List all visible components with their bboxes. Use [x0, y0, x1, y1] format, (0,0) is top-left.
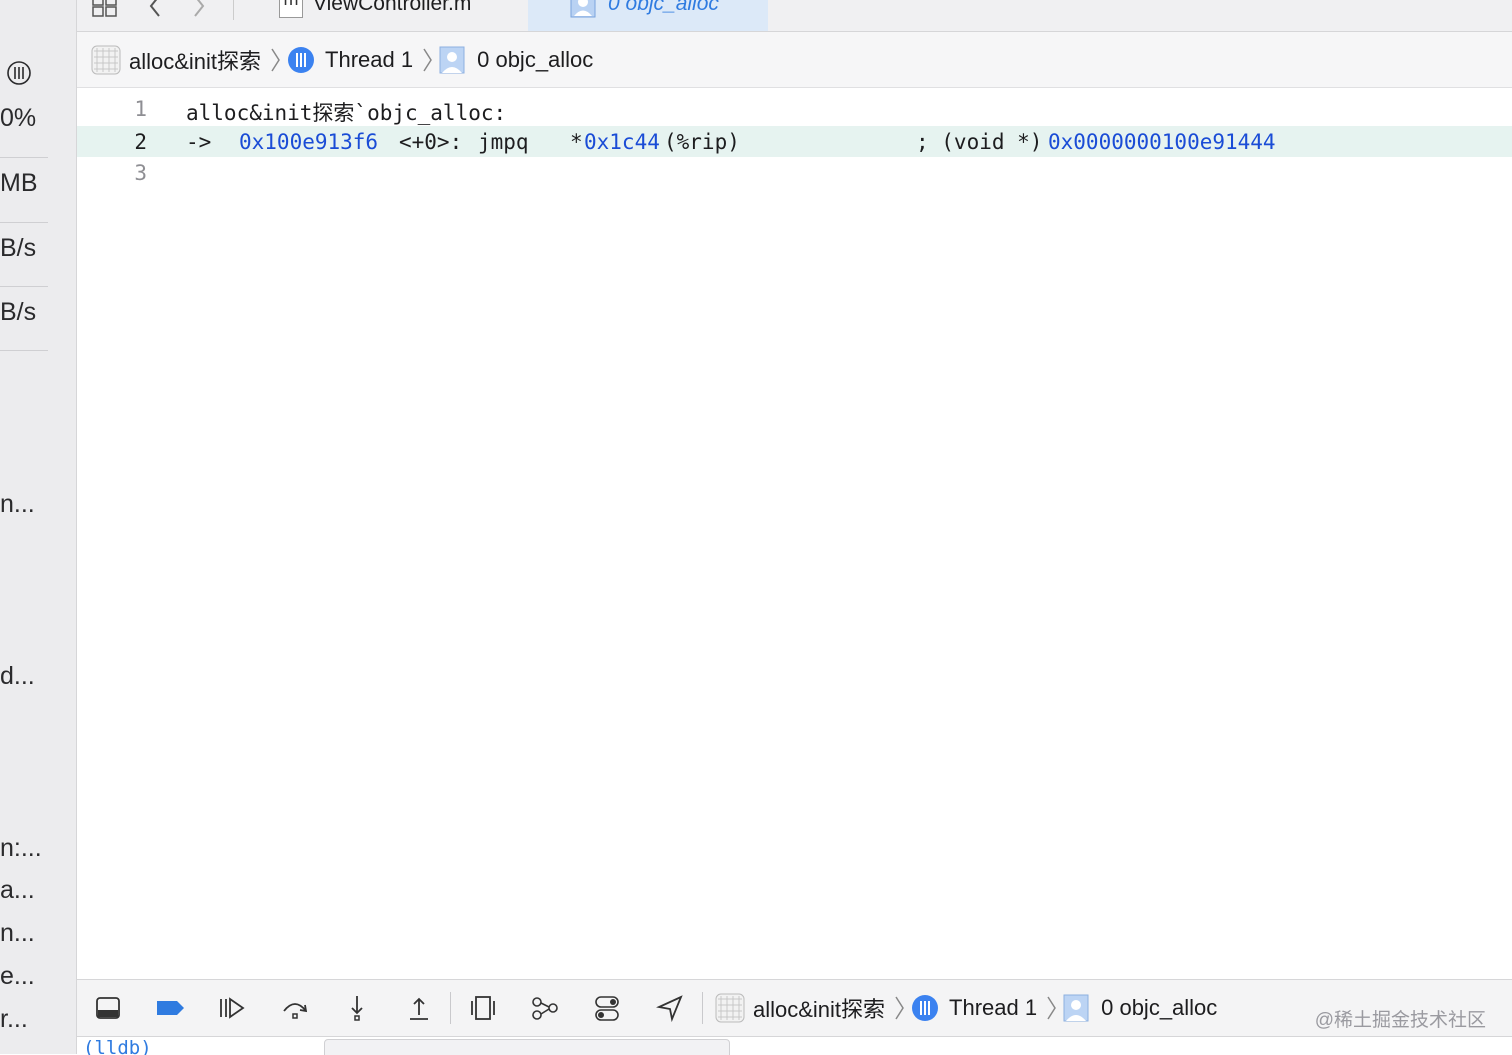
code-line: 3 [77, 157, 1512, 188]
app-target-icon [715, 993, 745, 1023]
navigator-item[interactable]: d... [0, 662, 35, 691]
simulate-location-icon[interactable] [655, 993, 685, 1023]
tab-bar: m ViewController.m 0 objc_alloc [77, 0, 1512, 32]
line-number: 2 [134, 130, 147, 154]
divider [0, 157, 48, 158]
divider [702, 992, 703, 1024]
instruction-address: 0x100e913f6 [239, 130, 379, 154]
code-line: 1 alloc&init探索`objc_alloc: [77, 93, 1512, 125]
navigator-item[interactable]: r... [0, 1005, 28, 1034]
line-number: 1 [134, 97, 147, 121]
jump-bar-thread-label: Thread 1 [949, 995, 1038, 1020]
instruction-mnemonic: jmpq [478, 130, 529, 154]
jump-bar-app-label: alloc&init探索 [753, 997, 886, 1022]
stack-frame-icon [1063, 994, 1089, 1022]
breakpoints-toggle-icon[interactable] [155, 993, 185, 1023]
divider [0, 350, 48, 351]
divider [450, 992, 451, 1024]
instruction-pointer-arrow: -> [186, 130, 212, 154]
step-into-icon[interactable] [342, 993, 372, 1023]
jump-bar-frame-label: 0 objc_alloc [1101, 995, 1218, 1020]
tab-label: ViewController.m [313, 0, 472, 15]
view-hierarchy-icon[interactable] [468, 993, 498, 1023]
stack-frame-icon [439, 46, 465, 73]
jump-bar: alloc&init探索 Thread 1 0 objc_alloc [77, 32, 1512, 88]
step-out-icon[interactable] [404, 993, 434, 1023]
tab-viewcontroller[interactable]: m ViewController.m [275, 0, 525, 31]
cpu-gauge-value[interactable]: 0% [0, 104, 36, 133]
navigator-item[interactable]: n:... [0, 834, 42, 863]
navigator-item[interactable]: n... [0, 919, 35, 948]
jump-bar-thread[interactable]: Thread 1 [911, 994, 1037, 1022]
navigator-item[interactable]: e... [0, 962, 35, 991]
step-over-icon[interactable] [280, 993, 310, 1023]
jump-bar-frame[interactable]: 0 objc_alloc [1063, 994, 1217, 1022]
jump-bar-thread-label: Thread 1 [325, 46, 414, 72]
thread-icon [288, 46, 315, 73]
jump-bar-app[interactable]: alloc&init探索 [91, 44, 261, 76]
line-number: 3 [134, 161, 147, 185]
chevron-right-icon [1047, 996, 1056, 1020]
instruction-comment: ; (void *) [916, 130, 1043, 154]
divider [0, 286, 48, 287]
operand-register: (%rip) [664, 130, 740, 154]
jump-bar-app-label: alloc&init探索 [129, 48, 262, 74]
debug-console[interactable]: (lldb) [77, 1036, 1512, 1055]
chevron-right-icon [423, 48, 432, 71]
related-items-icon[interactable] [91, 0, 119, 20]
current-instruction-line: 2 -> 0x100e913f6 <+0>: jmpq * 0x1c44 (%r… [77, 126, 1512, 157]
comment-address: 0x0000000100e91444 [1048, 130, 1276, 154]
code-text: alloc&init探索`objc_alloc: [186, 101, 507, 125]
jump-bar-app[interactable]: alloc&init探索 [715, 992, 885, 1024]
hide-debug-area-icon[interactable] [93, 993, 123, 1023]
operand-address: 0x1c44 [584, 130, 660, 154]
debug-navigator: 0% MB B/s B/s n... d... n:... a... n... … [0, 0, 77, 1054]
debug-bar: alloc&init探索 Thread 1 0 objc_alloc @稀土掘金… [77, 979, 1512, 1036]
continue-icon[interactable] [216, 993, 246, 1023]
tab-label: 0 objc_alloc [608, 0, 719, 15]
environment-overrides-icon[interactable] [592, 993, 622, 1023]
watermark: @稀土掘金技术社区 [1314, 1010, 1486, 1031]
disassembly-editor[interactable]: 1 alloc&init探索`objc_alloc: 2 -> 0x100e91… [77, 88, 1512, 978]
navigator-item[interactable]: n... [0, 490, 35, 519]
app-target-icon [91, 45, 121, 74]
tab-objc-alloc[interactable]: 0 objc_alloc [528, 0, 768, 31]
forward-chevron-icon[interactable] [189, 0, 209, 20]
disk-gauge-value[interactable]: B/s [0, 234, 36, 263]
debug-jump-bar: alloc&init探索 Thread 1 0 objc_alloc [715, 980, 1217, 1036]
back-chevron-icon[interactable] [145, 0, 165, 20]
memory-gauge-value[interactable]: MB [0, 169, 38, 198]
instruction-offset: <+0>: [399, 130, 463, 154]
chevron-right-icon [895, 996, 904, 1020]
operand-prefix: * [570, 130, 583, 154]
divider [233, 0, 234, 20]
thread-icon [912, 995, 939, 1021]
memory-graph-icon[interactable] [530, 993, 560, 1023]
network-gauge-value[interactable]: B/s [0, 298, 36, 327]
jump-bar-frame[interactable]: 0 objc_alloc [439, 46, 593, 74]
stack-frame-icon [570, 0, 596, 18]
objc-file-icon: m [279, 0, 303, 18]
jump-bar-thread[interactable]: Thread 1 [287, 46, 413, 74]
divider [0, 222, 48, 223]
cpu-gauge-icon [7, 61, 31, 85]
navigator-item[interactable]: a... [0, 876, 35, 905]
jump-bar-frame-label: 0 objc_alloc [477, 46, 594, 72]
lldb-prompt: (lldb) [83, 1037, 152, 1055]
console-popup [324, 1039, 730, 1055]
chevron-right-icon [271, 48, 280, 71]
